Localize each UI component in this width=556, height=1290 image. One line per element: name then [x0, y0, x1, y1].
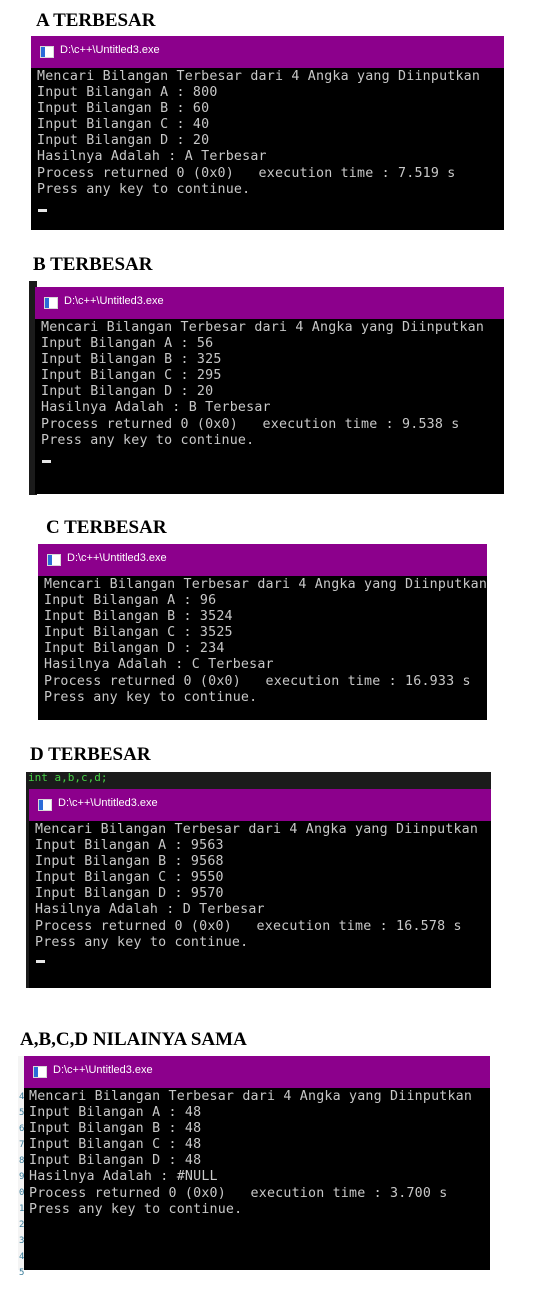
window-title: D:\c++\Untitled3.exe [58, 797, 158, 809]
title-bar[interactable]: D:\c++\Untitled3.exe [24, 1056, 490, 1088]
title-bar[interactable]: D:\c++\Untitled3.exe [29, 789, 491, 821]
section-heading-b: B TERBESAR [33, 254, 153, 275]
section-heading-c: C TERBESAR [46, 517, 167, 538]
text-cursor [36, 960, 45, 963]
console-app-icon [44, 297, 58, 309]
window-title: D:\c++\Untitled3.exe [53, 1064, 153, 1076]
console-app-icon [47, 554, 61, 566]
console-output: Mencari Bilangan Terbesar dari 4 Angka y… [44, 577, 487, 705]
console-window-a[interactable]: D:\c++\Untitled3.exe Mencari Bilangan Te… [31, 36, 504, 230]
console-output: Mencari Bilangan Terbesar dari 4 Angka y… [29, 1089, 473, 1217]
window-title: D:\c++\Untitled3.exe [64, 295, 164, 307]
console-window-equal[interactable]: D:\c++\Untitled3.exe Mencari Bilangan Te… [24, 1056, 490, 1270]
window-title: D:\c++\Untitled3.exe [60, 44, 160, 56]
code-snippet: int a,b,c,d; [28, 771, 108, 784]
window-title: D:\c++\Untitled3.exe [67, 552, 167, 564]
console-window-b[interactable]: D:\c++\Untitled3.exe Mencari Bilangan Te… [35, 287, 504, 494]
title-bar[interactable]: D:\c++\Untitled3.exe [35, 287, 504, 319]
console-window-c[interactable]: D:\c++\Untitled3.exe Mencari Bilangan Te… [38, 544, 487, 720]
title-bar[interactable]: D:\c++\Untitled3.exe [38, 544, 487, 576]
console-app-icon [33, 1066, 47, 1078]
console-window-d[interactable]: D:\c++\Untitled3.exe Mencari Bilangan Te… [29, 789, 491, 988]
text-cursor [42, 460, 51, 463]
console-output: Mencari Bilangan Terbesar dari 4 Angka y… [35, 822, 479, 950]
section-heading-d: D TERBESAR [30, 744, 151, 765]
console-output: Mencari Bilangan Terbesar dari 4 Angka y… [37, 69, 481, 197]
console-app-icon [38, 799, 52, 811]
section-heading-a: A TERBESAR [36, 10, 156, 31]
console-output: Mencari Bilangan Terbesar dari 4 Angka y… [41, 320, 485, 448]
text-cursor [38, 209, 47, 212]
console-app-icon [40, 46, 54, 58]
title-bar[interactable]: D:\c++\Untitled3.exe [31, 36, 504, 68]
section-heading-equal: A,B,C,D NILAINYA SAMA [20, 1029, 247, 1050]
